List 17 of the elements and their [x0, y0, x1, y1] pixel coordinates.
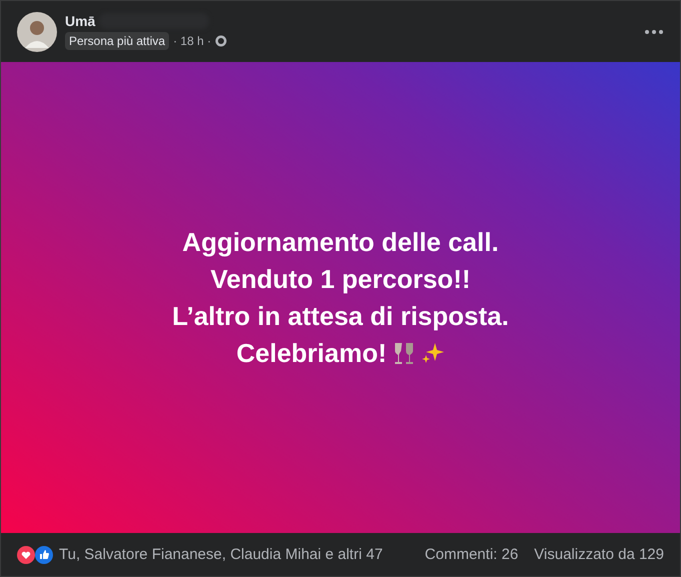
- more-options-icon[interactable]: [644, 28, 664, 34]
- post-time[interactable]: · 18 h ·: [173, 34, 212, 48]
- avatar[interactable]: [17, 12, 57, 52]
- like-reaction-icon[interactable]: [35, 546, 53, 564]
- heart-reaction-icon[interactable]: [17, 546, 35, 564]
- post-text: Aggiornamento delle call.: [182, 226, 499, 258]
- glasses-icon: [392, 341, 415, 365]
- globe-icon: [215, 35, 228, 47]
- views-count[interactable]: Visualizzato da 129: [534, 546, 664, 563]
- reaction-names[interactable]: Tu, Salvatore Fiananese, Claudia Mihai e altri 47: [59, 546, 383, 563]
- post-text: Venduto 1 percorso!!: [210, 262, 471, 296]
- author-name[interactable]: Umā: [65, 13, 96, 29]
- sparkles-icon: [420, 341, 445, 365]
- post-text: Celebriamo!: [236, 336, 387, 370]
- author-badge: Persona più attiva: [65, 32, 170, 50]
- post-text: L’altro in attesa di risposta.: [172, 300, 509, 332]
- comments-count[interactable]: Commenti: 26: [424, 546, 518, 563]
